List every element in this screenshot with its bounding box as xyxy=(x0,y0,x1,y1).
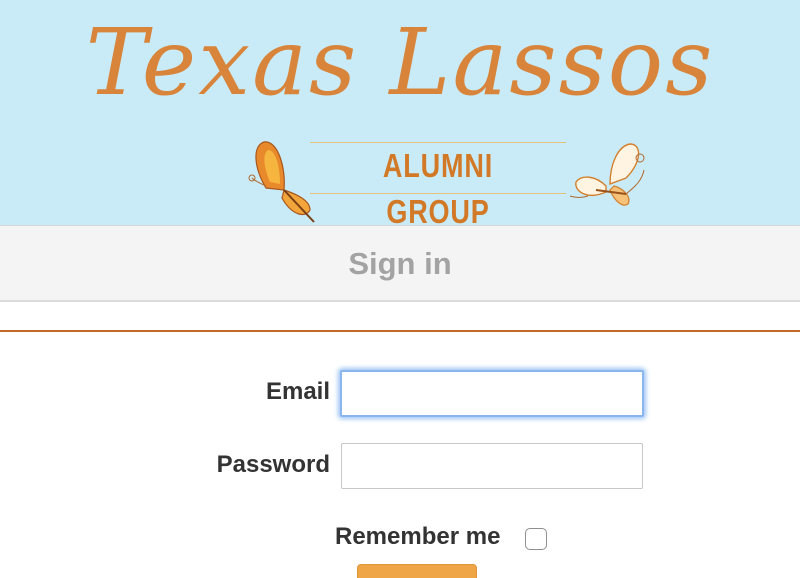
sign-in-page: Texas Lassos ALUMNI GROUP Sign in Email … xyxy=(0,0,800,578)
butterfly-icon xyxy=(566,140,652,210)
sign-in-header: Sign in xyxy=(0,226,800,302)
sign-in-button[interactable] xyxy=(357,564,477,578)
password-label: Password xyxy=(216,451,330,478)
email-field[interactable] xyxy=(340,370,644,417)
sign-in-title: Sign in xyxy=(348,246,452,281)
logo-title-text: Texas Lassos xyxy=(85,9,715,116)
password-field[interactable] xyxy=(341,443,643,489)
header-banner: Texas Lassos ALUMNI GROUP xyxy=(0,0,800,230)
logo-subtitle: ALUMNI GROUP xyxy=(310,142,566,230)
remember-me-label: Remember me xyxy=(335,523,501,550)
email-label: Email xyxy=(265,378,330,405)
logo-title: Texas Lassos xyxy=(0,0,800,130)
logo-subtitle-text: ALUMNI GROUP xyxy=(382,147,494,230)
butterfly-icon xyxy=(244,138,320,224)
divider xyxy=(0,330,800,332)
remember-me-checkbox[interactable] xyxy=(525,528,547,550)
